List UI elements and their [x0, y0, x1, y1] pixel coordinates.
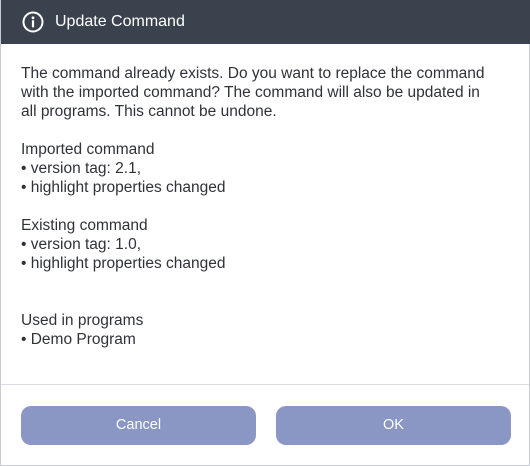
- list-item: • highlight properties changed: [21, 179, 226, 196]
- message-line: all programs. This cannot be undone.: [21, 103, 277, 120]
- existing-command-section: Existing command • version tag: 1.0, • h…: [21, 216, 511, 273]
- list-item: • version tag: 2.1,: [21, 160, 142, 177]
- message-line: with the imported command? The command w…: [21, 84, 480, 101]
- existing-command-heading: Existing command: [21, 217, 148, 234]
- list-item: • highlight properties changed: [21, 255, 226, 272]
- list-item: • Demo Program: [21, 331, 136, 348]
- list-item: • version tag: 1.0,: [21, 236, 142, 253]
- message-line: The command already exists. Do you want …: [21, 65, 485, 82]
- cancel-button[interactable]: Cancel: [21, 406, 256, 445]
- dialog-titlebar: Update Command: [1, 0, 530, 44]
- dialog-title: Update Command: [55, 13, 185, 30]
- message-text: The command already exists. Do you want …: [21, 64, 511, 121]
- footer-divider: [1, 384, 529, 385]
- info-icon: [22, 11, 44, 33]
- ok-button[interactable]: OK: [276, 406, 511, 445]
- used-in-programs-heading: Used in programs: [21, 312, 144, 329]
- imported-command-heading: Imported command: [21, 141, 155, 158]
- update-command-dialog: Update Command The command already exist…: [0, 0, 530, 466]
- used-in-programs-section: Used in programs • Demo Program: [21, 311, 511, 349]
- imported-command-section: Imported command • version tag: 2.1, • h…: [21, 140, 511, 197]
- dialog-body: The command already exists. Do you want …: [21, 64, 511, 349]
